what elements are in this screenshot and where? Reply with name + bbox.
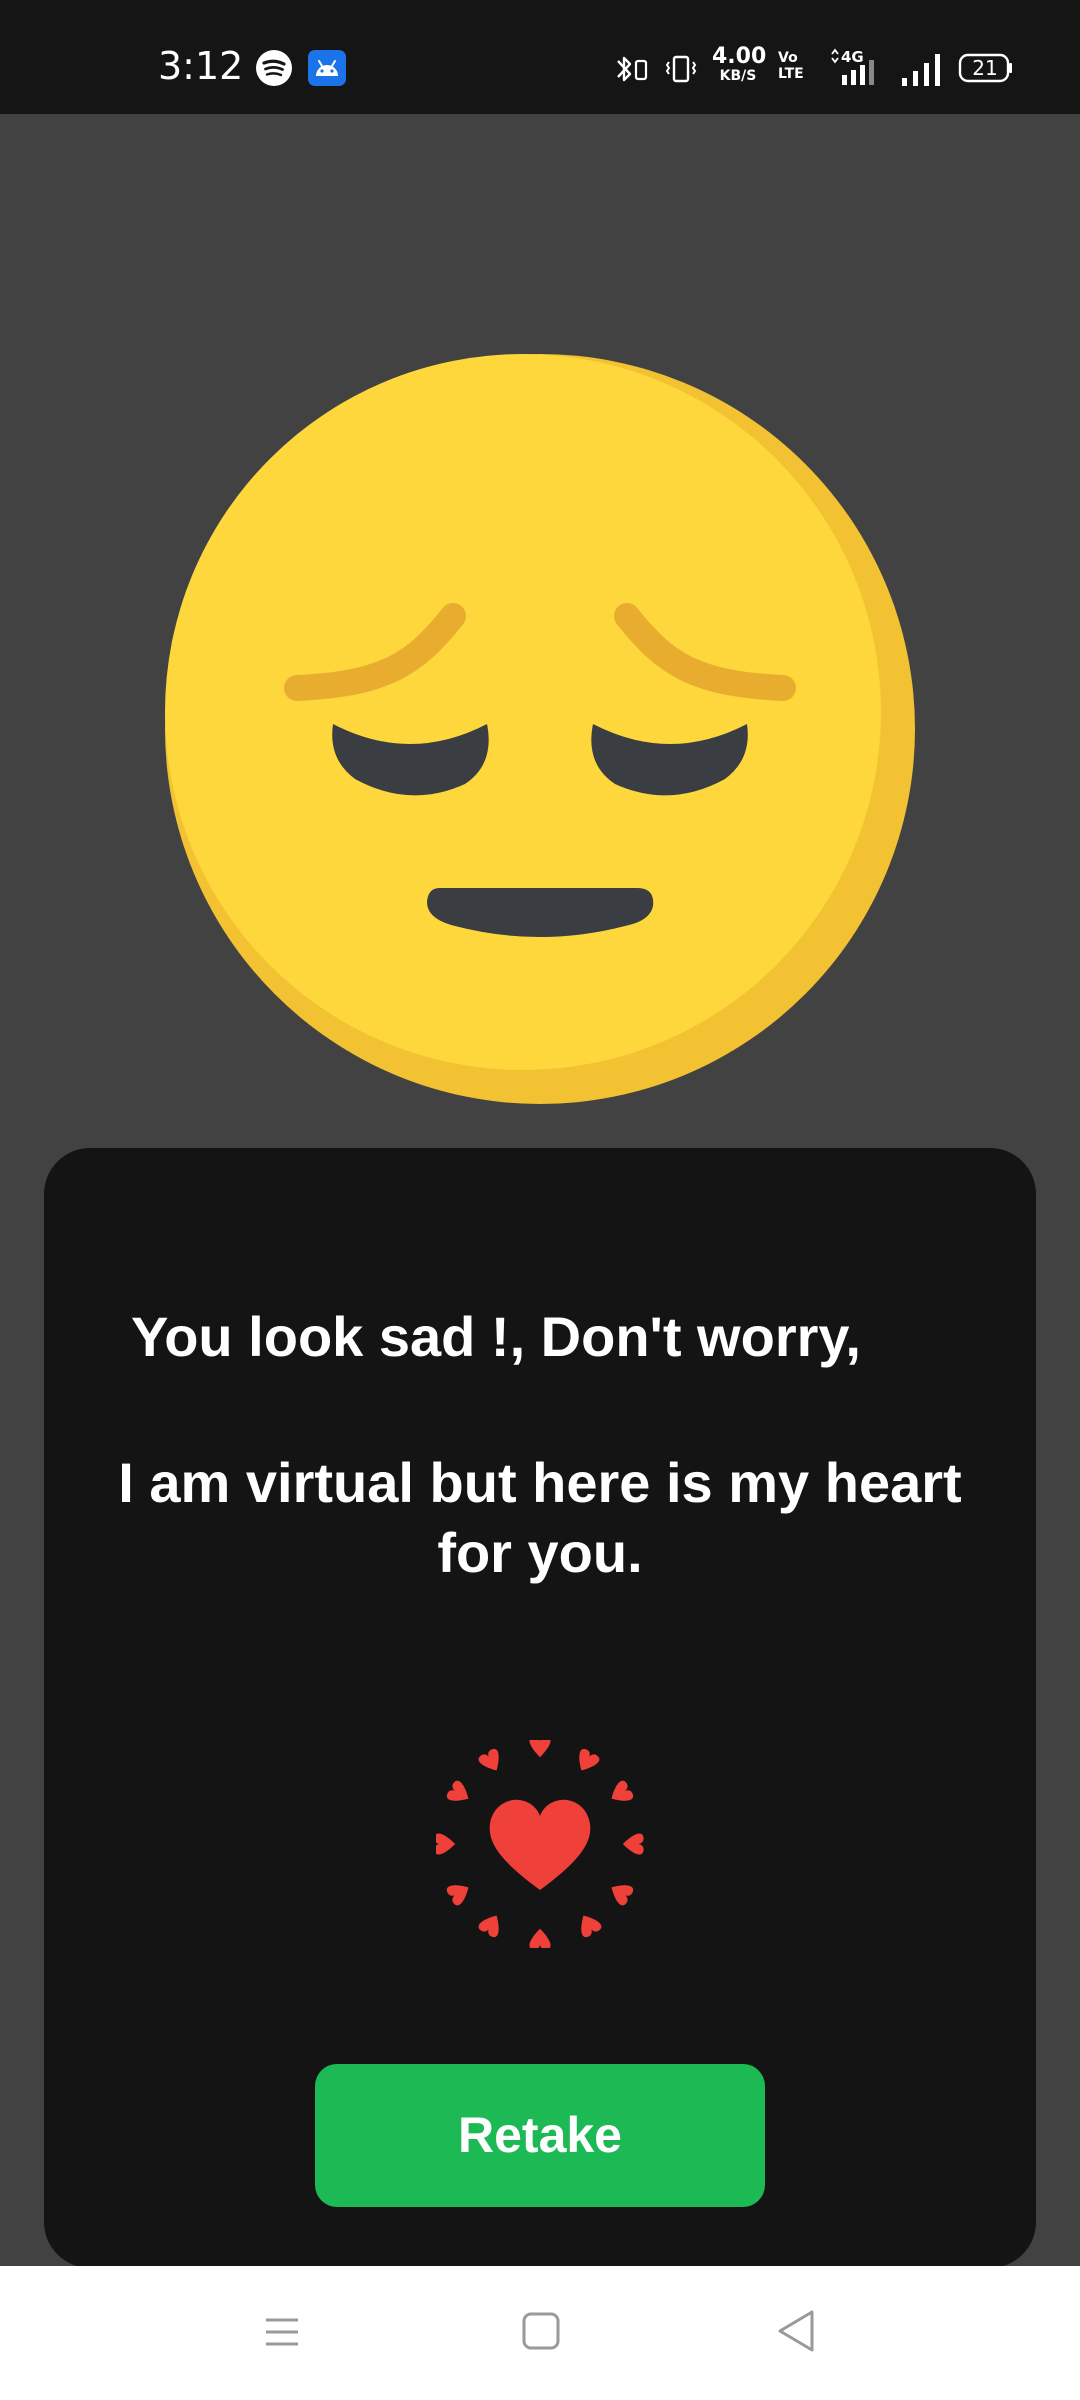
emoji-face bbox=[165, 354, 881, 1070]
message-line-1: You look sad !, Don't worry, bbox=[131, 1305, 861, 1368]
android-icon bbox=[308, 50, 346, 86]
bluetooth-icon bbox=[617, 56, 648, 82]
volte-line2: LTE bbox=[778, 66, 804, 82]
small-heart bbox=[445, 1878, 474, 1907]
battery-level: 21 bbox=[972, 56, 998, 80]
small-heart bbox=[529, 1740, 551, 1758]
small-heart bbox=[572, 1747, 601, 1776]
small-heart bbox=[574, 1910, 603, 1939]
volte-line1: Vo bbox=[778, 50, 798, 66]
status-time: 3:12 bbox=[158, 44, 244, 88]
back-icon[interactable] bbox=[774, 2308, 818, 2354]
signal-icon bbox=[902, 54, 940, 86]
menu-icon[interactable] bbox=[262, 2312, 302, 2352]
network-speed: 4.00 KB/S bbox=[712, 44, 767, 85]
spotify-icon bbox=[256, 50, 292, 86]
vibrate-icon bbox=[665, 55, 697, 83]
heart-icon bbox=[436, 1740, 644, 1948]
network-type-label: 4G bbox=[841, 48, 864, 66]
small-heart bbox=[529, 1928, 551, 1948]
small-heart bbox=[477, 1747, 506, 1776]
network-4g-icon: 4G bbox=[831, 48, 874, 85]
small-heart bbox=[477, 1910, 506, 1939]
big-heart bbox=[489, 1799, 591, 1890]
small-heart bbox=[445, 1779, 474, 1808]
retake-button[interactable]: Retake bbox=[315, 2064, 765, 2207]
pensive-face-emoji bbox=[165, 354, 915, 1104]
small-heart bbox=[606, 1779, 635, 1808]
small-heart bbox=[606, 1878, 635, 1907]
network-speed-value: 4.00 bbox=[712, 44, 767, 69]
volte-indicator: Vo LTE bbox=[778, 50, 804, 82]
small-heart bbox=[436, 1833, 456, 1855]
home-icon[interactable] bbox=[520, 2310, 562, 2352]
message-line-2: I am virtual but here is my heart for yo… bbox=[118, 1451, 962, 1584]
network-speed-unit: KB/S bbox=[719, 68, 757, 84]
small-heart bbox=[622, 1833, 644, 1855]
status-bar: 3:12 4.00 KB/S Vo LTE 4G 21 bbox=[0, 0, 1080, 114]
